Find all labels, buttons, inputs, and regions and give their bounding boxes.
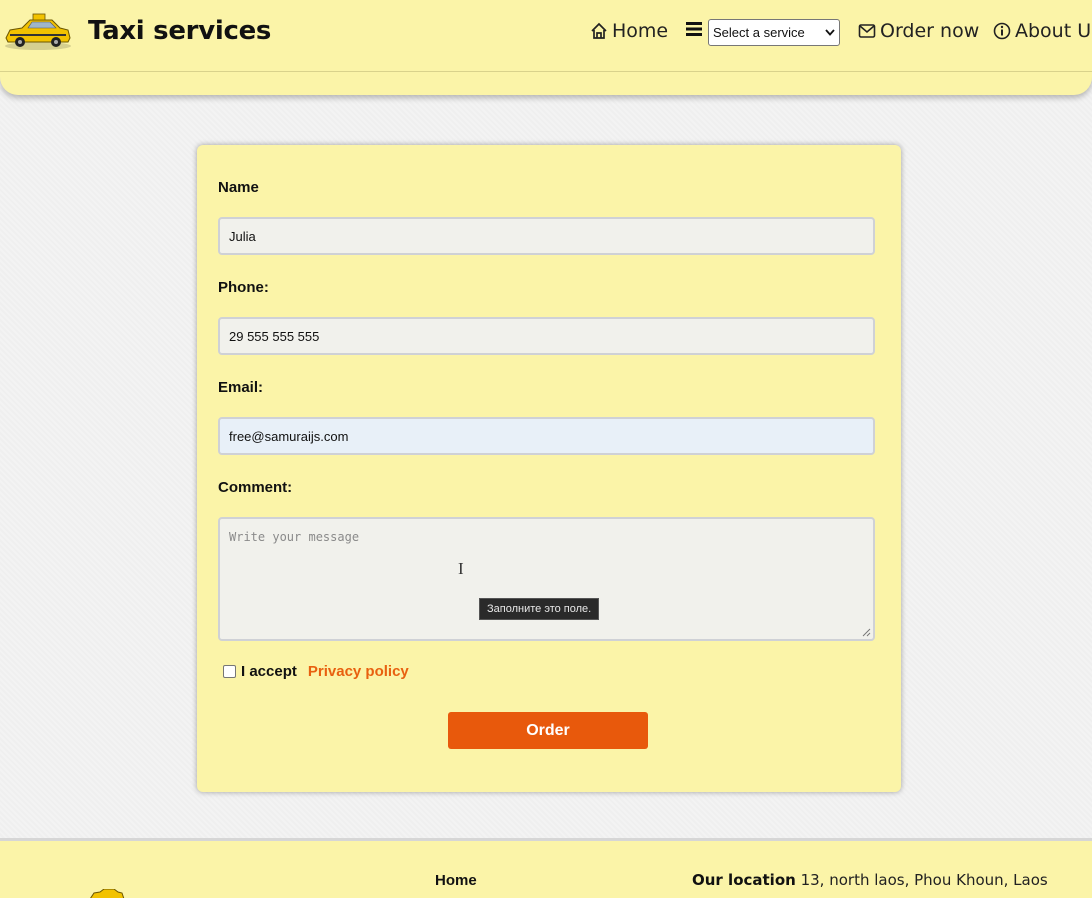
service-select[interactable]: Select a service (708, 19, 840, 46)
footer-location-label: Our location (692, 871, 796, 889)
accept-row: I accept Privacy policy (223, 663, 409, 680)
accept-label: I accept (241, 663, 297, 680)
order-form: Name Julia Phone: 29 555 555 555 Email: … (197, 145, 901, 792)
nav-order-label: Order now (880, 20, 980, 42)
email-label: Email: (218, 379, 264, 396)
accept-checkbox[interactable] (223, 665, 236, 678)
brand-title: Taxi services (88, 16, 272, 46)
name-field-value: Julia (229, 228, 256, 244)
taxi-logo-icon (5, 13, 71, 50)
comment-label: Comment: (218, 479, 293, 496)
email-field[interactable]: free@samuraijs.com (218, 417, 875, 455)
email-field-value: free@samuraijs.com (229, 428, 349, 444)
nav-home[interactable]: Home (590, 17, 668, 45)
phone-field[interactable]: 29 555 555 555 (218, 317, 875, 355)
service-select-value: Select a service (713, 25, 805, 40)
footer: Home Our location 13, north laos, Phou K… (0, 838, 1092, 898)
nav-home-label: Home (612, 20, 669, 42)
validation-tooltip: Заполните это поле. (479, 598, 600, 620)
taxi-logo-icon (90, 889, 125, 898)
privacy-policy-link[interactable]: Privacy policy (308, 663, 409, 680)
footer-location: Our location 13, north laos, Phou Khoun,… (692, 871, 1048, 889)
menu-icon[interactable] (686, 22, 702, 36)
header-bar: Taxi services Home Select a service Orde… (0, 0, 1092, 72)
comment-placeholder: Write your message (229, 530, 360, 544)
chevron-down-icon (825, 29, 835, 36)
phone-field-value: 29 555 555 555 (229, 328, 320, 344)
comment-textarea[interactable]: Write your message (218, 517, 875, 641)
name-label: Name (218, 179, 259, 196)
order-button[interactable]: Order (448, 712, 648, 749)
phone-label: Phone: (218, 279, 269, 296)
nav-about[interactable]: About Us (993, 17, 1092, 45)
info-icon (993, 22, 1011, 40)
nav-about-label: About Us (1015, 20, 1092, 42)
footer-home-link[interactable]: Home (435, 872, 477, 889)
name-field[interactable]: Julia (218, 217, 875, 255)
home-icon (591, 22, 607, 39)
header: Taxi services Home Select a service Orde… (0, 0, 1092, 95)
envelope-icon (858, 24, 876, 38)
footer-location-value: 13, north laos, Phou Khoun, Laos (800, 871, 1048, 889)
text-cursor-icon: I (458, 559, 464, 578)
resize-grip-icon[interactable] (862, 628, 871, 637)
nav-order[interactable]: Order now (858, 17, 979, 45)
